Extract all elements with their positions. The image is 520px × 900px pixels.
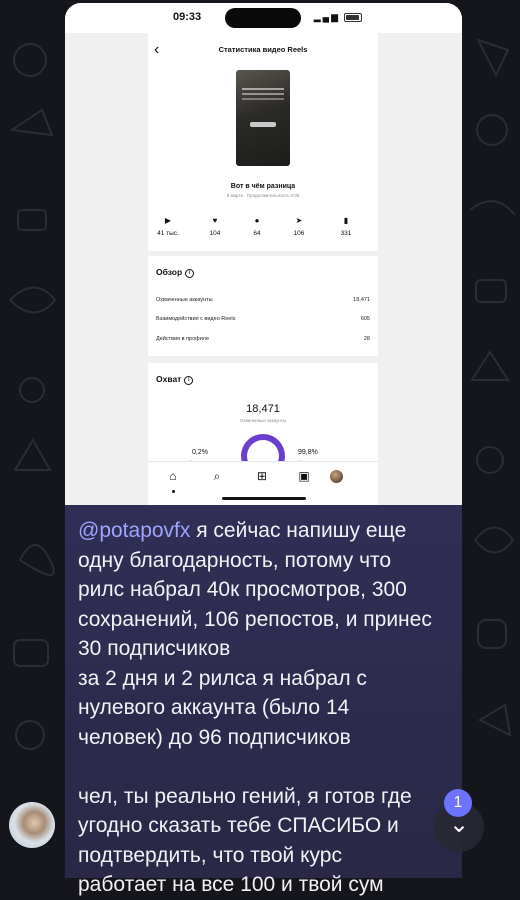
message-bubble[interactable]: @potapovfx я сейчас напишу еще одну благ… (65, 505, 462, 896)
stat-likes: ♥ 104 (195, 216, 235, 237)
overview-row-value: 605 (360, 316, 370, 322)
reach-total: 18,471 (246, 403, 280, 415)
battery-icon (344, 13, 362, 22)
comment-icon: ● (254, 216, 260, 225)
stat-value: 41 тыс. (157, 230, 179, 237)
bookmark-icon: ▮ (343, 216, 349, 225)
reels-icon[interactable]: ▣ (296, 469, 312, 485)
wifi-icon: ▂▄▆ (313, 12, 340, 22)
unread-badge: 1 (444, 789, 472, 817)
active-tab-dot (172, 490, 175, 493)
overview-title: Обзор i (156, 267, 195, 278)
stat-value: 64 (253, 230, 261, 237)
heart-icon: ♥ (212, 216, 218, 225)
nonfollowers-percent: 99,8% (298, 449, 318, 456)
search-icon[interactable]: ⌕ (209, 469, 225, 485)
overview-card: Обзор i Охваченные аккаунты 18,471 Взаимо… (148, 256, 378, 356)
embedded-screenshot[interactable]: 09:33 ▂▄▆ ‹ Статистика видео Reels Вот в… (65, 3, 462, 505)
stat-value: 331 (340, 230, 352, 237)
dynamic-island (225, 8, 301, 28)
thumbnail-caption-bubble (250, 122, 276, 127)
create-icon[interactable]: ⊞ (254, 469, 270, 485)
overview-row-label: Взаимодействия с видео Reels (156, 316, 236, 322)
home-icon[interactable]: ⌂ (165, 469, 181, 485)
reach-card: Охватi 18,471 Охваченные аккаунты 0,2% П… (148, 363, 378, 478)
followers-percent: 0,2% (192, 449, 208, 456)
status-time: 09:33 (173, 11, 202, 23)
reach-total-label: Охваченные аккаунты (239, 418, 287, 423)
info-icon[interactable]: i (184, 376, 194, 385)
overview-row-value: 18,471 (353, 297, 370, 303)
status-bar: 09:33 ▂▄▆ (65, 3, 462, 33)
reel-meta: 8 марта · Продолжительность 0:08 (226, 193, 300, 198)
stat-comments: ● 64 (237, 216, 277, 237)
stat-saves: ▮ 331 (326, 216, 366, 237)
reach-title: Охват i (156, 374, 194, 385)
mention-link[interactable]: @potapovfx (78, 519, 190, 542)
page-title: Статистика видео Reels (218, 45, 308, 54)
reach-title-text: Охват (156, 374, 182, 384)
play-icon: ▶ (164, 216, 172, 225)
reel-thumbnail[interactable] (236, 70, 290, 166)
message-body: я сейчас напишу еще одну благодарность, … (78, 519, 432, 896)
reel-caption: Вот в чём разница (230, 183, 296, 190)
thumbnail-text-overlay (242, 88, 284, 90)
overview-row-label: Действия в профиле (156, 336, 210, 342)
overview-row-label: Охваченные аккаунты (156, 297, 213, 303)
home-indicator (222, 497, 306, 500)
overview-title-text: Обзор (156, 267, 183, 277)
info-icon[interactable]: i (185, 269, 195, 278)
overview-row-value: 28 (363, 336, 370, 342)
stat-plays: ▶ 41 тыс. (148, 216, 188, 237)
stat-value: 104 (209, 230, 221, 237)
message-text: @potapovfx я сейчас напишу еще одну благ… (78, 516, 458, 900)
stat-value: 106 (293, 230, 305, 237)
sender-avatar[interactable] (9, 802, 55, 848)
profile-avatar-icon[interactable] (330, 470, 343, 483)
reel-summary-card: ‹ Статистика видео Reels Вот в чём разни… (148, 33, 378, 251)
share-icon: ➤ (295, 216, 303, 225)
stat-shares: ➤ 106 (279, 216, 319, 237)
